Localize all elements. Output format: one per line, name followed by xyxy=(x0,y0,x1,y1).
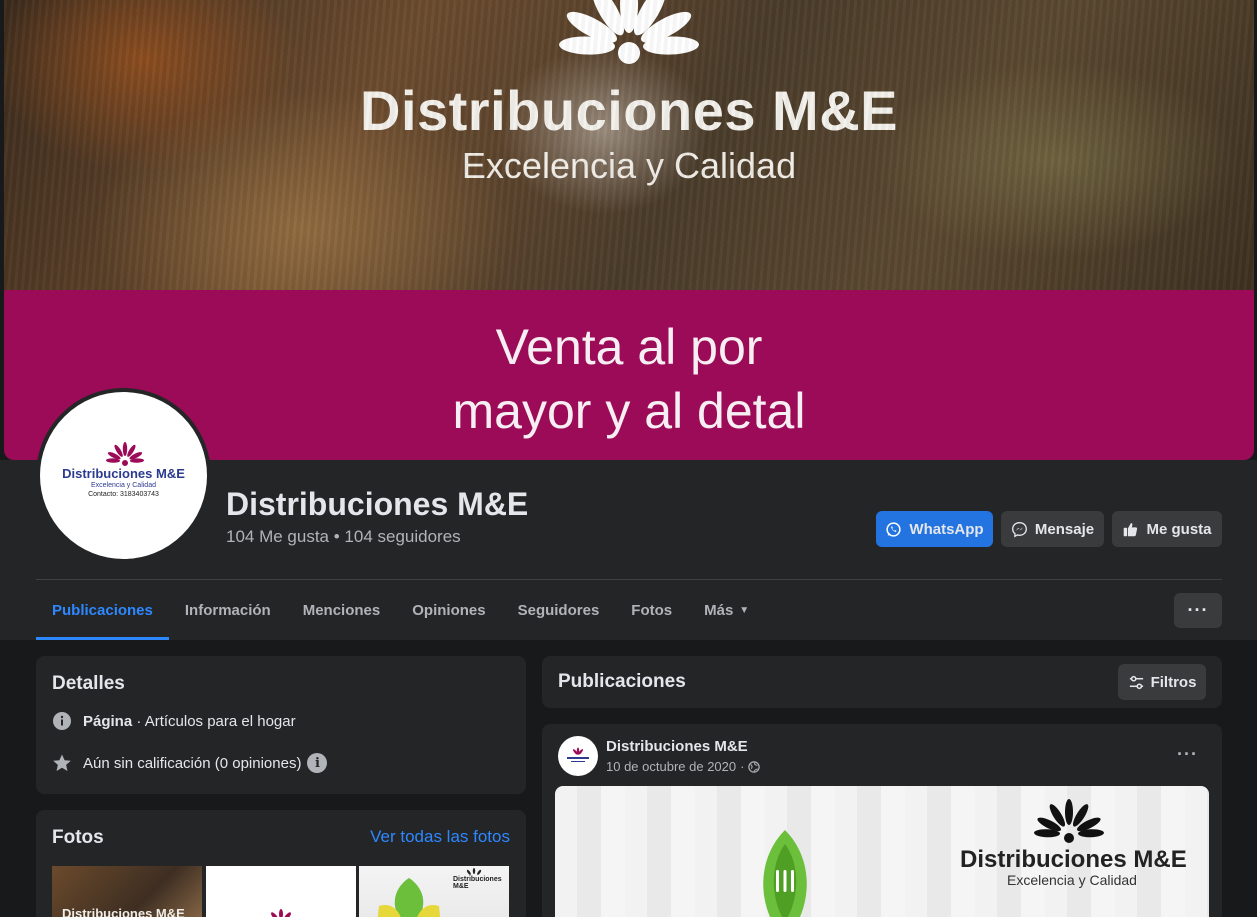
tab-label: Fotos xyxy=(631,601,673,619)
flower-logo-icon xyxy=(567,747,589,762)
separator-dot: · xyxy=(740,759,745,774)
photos-title: Fotos xyxy=(52,827,104,848)
info-icon[interactable]: i xyxy=(307,753,328,773)
post-author-avatar[interactable] xyxy=(558,736,598,776)
flower-logo-icon xyxy=(106,442,144,466)
leaf-logo-icon xyxy=(763,830,807,917)
cover-band-line1: Venta al por xyxy=(495,319,763,375)
post-author-name[interactable]: Distribuciones M&E xyxy=(606,738,748,755)
tab-mas[interactable]: Más ▼ xyxy=(688,580,765,640)
avatar-tagline: Excelencia y Calidad xyxy=(91,482,156,489)
star-icon xyxy=(52,753,72,773)
filters-button[interactable]: Filtros xyxy=(1118,664,1206,700)
tab-publicaciones[interactable]: Publicaciones xyxy=(36,580,169,640)
see-all-photos-link[interactable]: Ver todas las fotos xyxy=(370,827,510,847)
caret-down-icon: ▼ xyxy=(739,604,750,616)
rating-row: Aún sin calificación (0 opiniones) i xyxy=(52,753,328,773)
tab-label: Información xyxy=(184,601,271,619)
filters-label: Filtros xyxy=(1150,673,1197,691)
tab-label: Menciones xyxy=(302,601,381,619)
more-icon: ··· xyxy=(1187,600,1209,620)
avatar-contact: Contacto: 3183403743 xyxy=(88,491,159,498)
photo-thumbnail[interactable] xyxy=(206,866,356,917)
tab-fotos[interactable]: Fotos xyxy=(615,580,688,640)
thumbnail-text: Distribuciones M&E xyxy=(453,876,502,890)
more-options-button[interactable]: ··· xyxy=(1174,593,1222,628)
tab-informacion[interactable]: Información xyxy=(169,580,287,640)
message-button[interactable]: Mensaje xyxy=(1001,511,1104,547)
whatsapp-button-label: WhatsApp xyxy=(909,520,984,538)
flower-logo-icon xyxy=(1034,799,1104,843)
post-card: Distribuciones M&E 10 de octubre de 2020… xyxy=(542,724,1222,917)
post-image-tagline: Excelencia y Calidad xyxy=(1007,872,1137,888)
filter-icon xyxy=(1129,675,1143,689)
details-title: Detalles xyxy=(52,673,125,694)
cover-brand-text: Distribuciones M&E xyxy=(360,79,898,142)
cover-tagline: Excelencia y Calidad xyxy=(461,145,797,186)
avatar-brand-text: Distribuciones M&E xyxy=(62,466,185,481)
tab-label: Publicaciones xyxy=(52,601,153,619)
thumbnail-text: Distribuciones M&E xyxy=(62,906,185,917)
photos-card: Fotos Ver todas las fotos Distribuciones… xyxy=(36,810,526,917)
messenger-icon xyxy=(1011,521,1027,537)
leaf-logo-icon xyxy=(377,868,482,917)
message-button-label: Mensaje xyxy=(1034,520,1095,538)
posts-header-card: Publicaciones Filtros xyxy=(542,656,1222,708)
info-icon xyxy=(52,711,72,731)
tab-label: Más xyxy=(704,601,734,619)
category-value: · Artículos para el hogar xyxy=(132,712,296,730)
page-title: Distribuciones M&E xyxy=(226,486,529,522)
photo-thumbnail[interactable]: Distribuciones M&E xyxy=(359,866,509,917)
tab-label: Seguidores xyxy=(517,601,600,619)
photo-thumbnail[interactable]: Distribuciones M&E xyxy=(52,866,202,917)
thumbs-up-icon xyxy=(1124,522,1138,536)
category-row: Página · Artículos para el hogar xyxy=(52,711,296,731)
flower-logo-icon xyxy=(559,0,699,64)
whatsapp-button[interactable]: WhatsApp xyxy=(876,511,993,547)
globe-icon xyxy=(748,760,761,773)
rating-text: Aún sin calificación (0 opiniones) xyxy=(83,754,302,772)
page-tabs: Publicaciones Información Menciones Opin… xyxy=(36,580,765,640)
post-meta: 10 de octubre de 2020 · xyxy=(606,759,761,774)
page-stats[interactable]: 104 Me gusta • 104 seguidores xyxy=(226,527,461,547)
tab-label: Opiniones xyxy=(412,601,486,619)
category-label[interactable]: Página xyxy=(83,713,132,730)
posts-title: Publicaciones xyxy=(558,671,686,692)
like-button[interactable]: Me gusta xyxy=(1112,511,1222,547)
post-date[interactable]: 10 de octubre de 2020 xyxy=(606,759,736,774)
cover-image: Distribuciones M&E Excelencia y Calidad xyxy=(4,0,1254,290)
post-options-button[interactable]: ··· xyxy=(1177,744,1198,765)
tab-seguidores[interactable]: Seguidores xyxy=(502,580,616,640)
flower-logo-icon xyxy=(271,909,291,917)
profile-avatar[interactable]: Distribuciones M&E Excelencia y Calidad … xyxy=(36,388,211,563)
tab-opiniones[interactable]: Opiniones xyxy=(396,580,501,640)
whatsapp-icon xyxy=(886,521,902,537)
details-card: Detalles Página · Artículos para el hoga… xyxy=(36,656,526,794)
cover-photo[interactable]: Distribuciones M&E Excelencia y Calidad … xyxy=(4,0,1254,460)
post-image-brand: Distribuciones M&E xyxy=(960,846,1187,873)
post-image[interactable]: Distribuciones M&E Excelencia y Calidad xyxy=(555,786,1209,917)
tab-menciones[interactable]: Menciones xyxy=(287,580,397,640)
like-button-label: Me gusta xyxy=(1146,520,1212,538)
more-icon: ··· xyxy=(1177,744,1198,764)
